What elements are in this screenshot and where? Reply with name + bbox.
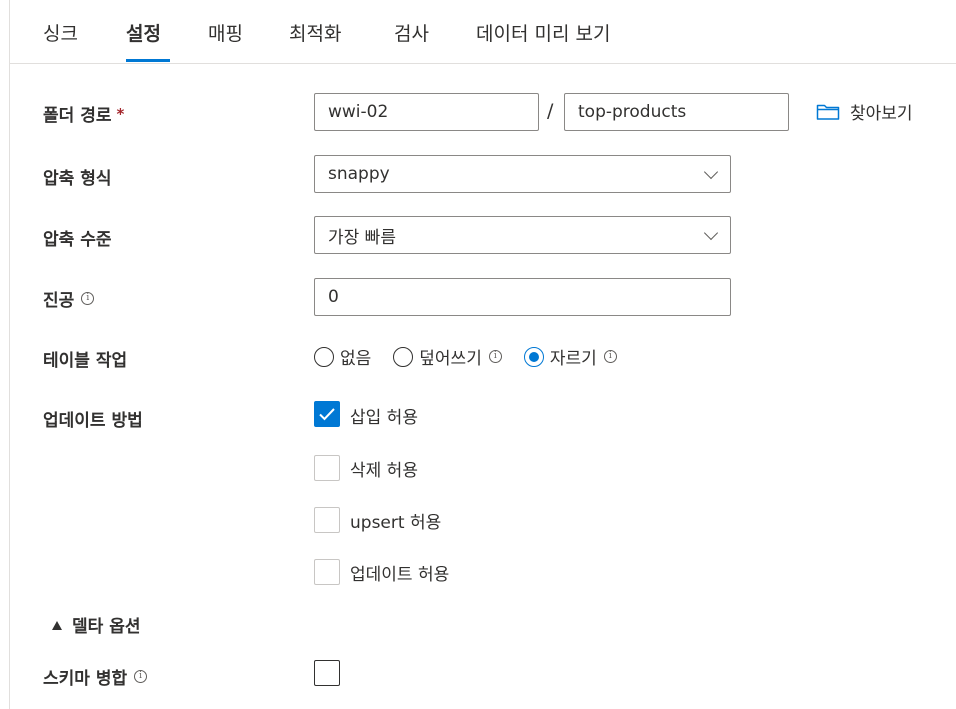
radio-none-circle[interactable] bbox=[314, 346, 334, 367]
tab-inspect[interactable]: 검사 bbox=[394, 19, 429, 46]
radio-truncate-circle[interactable] bbox=[523, 346, 544, 367]
panel-left-border bbox=[9, 0, 10, 709]
allow-insert-label: 삽입 허용 bbox=[350, 408, 418, 428]
compression-type-value: snappy bbox=[328, 164, 390, 184]
folder-icon bbox=[816, 104, 840, 120]
vacuum-input[interactable]: 0 bbox=[314, 278, 731, 316]
directory-value: top-products bbox=[578, 102, 687, 122]
tab-settings[interactable]: 설정 bbox=[126, 19, 161, 46]
tab-bar: 싱크 설정 매핑 최적화 검사 데이터 미리 보기 bbox=[0, 0, 956, 65]
radio-truncate-label: 자르기 bbox=[549, 349, 597, 369]
tab-sink[interactable]: 싱크 bbox=[43, 19, 78, 46]
vacuum-value: 0 bbox=[328, 287, 339, 307]
compression-type-label: 압축 형식 bbox=[43, 164, 111, 189]
update-method-label: 업데이트 방법 bbox=[43, 406, 143, 431]
compression-level-value: 가장 빠름 bbox=[328, 227, 396, 248]
active-tab-indicator bbox=[126, 59, 170, 62]
container-input[interactable]: wwi-02 bbox=[314, 93, 539, 131]
merge-schema-label-text: 스키마 병합 bbox=[43, 669, 128, 689]
browse-button[interactable]: 찾아보기 bbox=[816, 99, 913, 124]
table-action-label: 테이블 작업 bbox=[43, 346, 127, 371]
allow-update-label: 업데이트 허용 bbox=[350, 565, 450, 585]
path-separator: / bbox=[547, 100, 554, 122]
vacuum-label: 진공 i bbox=[43, 286, 95, 311]
tab-mapping[interactable]: 매핑 bbox=[208, 19, 243, 46]
compression-level-label: 압축 수준 bbox=[43, 225, 111, 250]
compression-level-select[interactable]: 가장 빠름 bbox=[314, 216, 731, 254]
radio-none-label: 없음 bbox=[340, 349, 372, 369]
directory-input[interactable]: top-products bbox=[564, 93, 789, 131]
radio-selected-dot bbox=[528, 351, 539, 362]
tab-divider bbox=[10, 63, 956, 64]
chevron-down-icon bbox=[703, 225, 719, 241]
browse-label: 찾아보기 bbox=[850, 104, 913, 124]
compression-type-label-text: 압축 형식 bbox=[43, 169, 112, 189]
folder-path-label: 폴더 경로 * bbox=[43, 101, 125, 127]
radio-overwrite-circle[interactable] bbox=[393, 346, 414, 367]
update-method-label-text: 업데이트 방법 bbox=[43, 411, 143, 431]
info-icon[interactable]: i bbox=[81, 292, 95, 305]
allow-delete-label: 삭제 허용 bbox=[350, 461, 418, 481]
table-action-label-text: 테이블 작업 bbox=[43, 351, 128, 371]
merge-schema-checkbox[interactable] bbox=[314, 660, 340, 686]
vacuum-label-text: 진공 bbox=[43, 291, 75, 311]
delta-options-label: 델타 옵션 bbox=[72, 617, 141, 637]
merge-schema-label: 스키마 병합 i bbox=[43, 664, 148, 689]
info-icon[interactable]: i bbox=[134, 670, 148, 683]
allow-upsert-checkbox[interactable] bbox=[314, 507, 340, 533]
compression-type-select[interactable]: snappy bbox=[314, 155, 731, 193]
allow-update-checkbox[interactable] bbox=[314, 559, 340, 585]
allow-delete-checkbox[interactable] bbox=[314, 455, 340, 481]
compression-level-label-text: 압축 수준 bbox=[43, 230, 112, 250]
checkmark-icon bbox=[319, 408, 335, 421]
allow-upsert-label: upsert 허용 bbox=[350, 513, 442, 533]
radio-truncate[interactable]: 자르기 i bbox=[523, 344, 617, 369]
allow-insert-checkbox[interactable] bbox=[314, 401, 340, 427]
folder-path-label-text: 폴더 경로 bbox=[43, 106, 112, 126]
radio-overwrite-label: 덮어쓰기 bbox=[419, 349, 482, 369]
info-icon[interactable]: i bbox=[488, 350, 502, 363]
tab-optimize[interactable]: 최적화 bbox=[289, 19, 341, 46]
container-value: wwi-02 bbox=[328, 102, 389, 122]
tab-data-preview[interactable]: 데이터 미리 보기 bbox=[476, 19, 610, 46]
expand-triangle-icon bbox=[52, 621, 62, 630]
radio-overwrite[interactable]: 덮어쓰기 i bbox=[393, 344, 502, 369]
info-icon[interactable]: i bbox=[603, 350, 617, 363]
chevron-down-icon bbox=[703, 164, 719, 180]
delta-options-toggle[interactable]: 델타 옵션 bbox=[52, 612, 140, 637]
radio-none[interactable]: 없음 bbox=[314, 344, 371, 369]
required-mark: * bbox=[116, 104, 125, 123]
table-action-radio-group: 없음 덮어쓰기 i 자르기 i bbox=[314, 344, 617, 369]
